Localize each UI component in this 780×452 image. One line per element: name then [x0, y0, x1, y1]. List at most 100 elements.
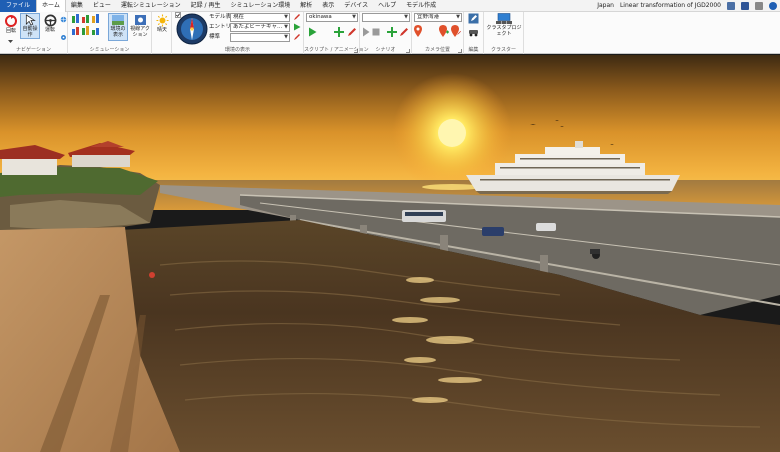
- chevron-down-icon: ▼: [404, 14, 408, 20]
- group-scenario: ▼ シナリオ: [360, 12, 412, 54]
- group-simulation: 環境の表示 視線アクション シミュレーション: [68, 12, 152, 54]
- chevron-down-icon: ▼: [352, 14, 356, 20]
- stop-icon[interactable]: [372, 28, 380, 36]
- display-env-label: 環境の表示: [110, 26, 126, 38]
- model-display-select[interactable]: 現在 ▼: [230, 13, 290, 22]
- menu-view[interactable]: ビュー: [88, 0, 116, 12]
- scene-render: [0, 55, 780, 452]
- group-label-environment: 環境の表示: [224, 47, 250, 53]
- environment-icon: [112, 15, 124, 25]
- menu-edit[interactable]: 編集: [66, 0, 88, 12]
- add-icon[interactable]: [387, 27, 397, 37]
- sun-icon: [155, 14, 169, 27]
- auto-operation-button[interactable]: 自動操作: [20, 13, 40, 39]
- script-select[interactable]: okinawa ▼: [306, 13, 358, 22]
- group-edit: 編集: [464, 12, 484, 54]
- region-label: Japan: [597, 2, 614, 9]
- play-icon[interactable]: [293, 23, 301, 31]
- menu-sim-env[interactable]: シミュレーション環境: [225, 0, 295, 12]
- group-label-navigation: ナビゲーション: [16, 47, 51, 53]
- checkbox-icon[interactable]: [175, 12, 181, 18]
- entry-label: エントリ: [209, 24, 232, 30]
- menu-drive-sim[interactable]: 運転シミュレーション: [116, 0, 186, 12]
- add-icon[interactable]: [334, 27, 344, 37]
- settings-gear-icon[interactable]: [60, 34, 67, 41]
- globe-icon[interactable]: [60, 16, 67, 23]
- ribbon: 回転 自動操作 運転 ナビゲーション 環境の表示 視線アクション シミュレーショ…: [0, 12, 780, 54]
- vehicle-bars-icon[interactable]: [72, 26, 100, 35]
- pencil-icon[interactable]: [347, 27, 357, 37]
- auto-operation-label: 自動操作: [22, 26, 38, 38]
- menu-help[interactable]: ヘルプ: [373, 0, 401, 12]
- traffic-bars-icon[interactable]: [72, 14, 100, 23]
- cursor-icon: [25, 14, 36, 26]
- script-value: okinawa: [309, 14, 332, 20]
- edit-location-icon[interactable]: [451, 25, 461, 37]
- vehicle-icon[interactable]: [468, 27, 479, 37]
- camera-select[interactable]: 宜野湾港 ▼: [414, 13, 462, 22]
- group-script: okinawa ▼ スクリプト / アニメーション: [304, 12, 369, 54]
- steering-wheel-icon: [44, 14, 56, 27]
- group-label-camera: カメラ位置: [424, 47, 450, 53]
- menu-right-area: Japan Linear transformation of JGD2000: [597, 0, 780, 12]
- entry-value: あたよビーチキャ...: [233, 24, 283, 30]
- rotate-icon: [5, 15, 17, 27]
- standard-select[interactable]: ▼: [230, 33, 290, 42]
- chevron-down-icon: ▼: [284, 34, 288, 40]
- minimize-icon[interactable]: [755, 1, 763, 10]
- cluster-project-label: クラスタプロジェクト: [486, 25, 522, 37]
- camera-value: 宜野湾港: [417, 14, 440, 20]
- group-label-edit: 編集: [468, 47, 479, 53]
- drive-button[interactable]: 運転: [42, 14, 58, 33]
- help-icon[interactable]: [769, 1, 777, 10]
- menu-analysis[interactable]: 解析: [295, 0, 317, 12]
- menu-device[interactable]: デバイス: [339, 0, 373, 12]
- group-camera: 宜野湾港 ▼ カメラ位置: [412, 12, 464, 54]
- display-env-button[interactable]: 環境の表示: [108, 13, 128, 41]
- group-label-scenario: シナリオ: [375, 47, 396, 53]
- menu-record[interactable]: 記録 / 再生: [186, 0, 226, 12]
- standard-label: 標準: [209, 34, 221, 40]
- entry-select[interactable]: あたよビーチキャ... ▼: [230, 23, 290, 32]
- play-icon[interactable]: [308, 27, 317, 37]
- drive-label: 運転: [44, 27, 55, 33]
- add-location-icon[interactable]: [439, 25, 449, 37]
- coordinate-system-label: Linear transformation of JGD2000: [619, 2, 721, 9]
- group-navigation: 回転 自動操作 運転 ナビゲーション: [0, 12, 68, 54]
- group-weather: 晴天: [152, 12, 172, 54]
- view-action-button[interactable]: 視線アクション: [130, 14, 150, 38]
- model-display-value: 現在: [233, 14, 245, 20]
- rotate-label: 回転: [5, 28, 16, 34]
- edit-object-icon[interactable]: [468, 13, 479, 24]
- group-label-cluster: クラスター: [491, 47, 516, 53]
- group-cluster: クラスタプロジェクト クラスター: [484, 12, 524, 54]
- cluster-project-button[interactable]: クラスタプロジェクト: [486, 13, 522, 37]
- chevron-down-icon: ▼: [456, 14, 460, 20]
- dropdown-arrow-icon[interactable]: [8, 40, 13, 44]
- location-pin-icon[interactable]: [414, 25, 422, 37]
- weather-button[interactable]: 晴天: [153, 14, 171, 33]
- menu-file[interactable]: ファイル: [0, 0, 37, 12]
- weather-label: 晴天: [156, 27, 167, 33]
- simulation-viewport[interactable]: [0, 55, 780, 452]
- scenario-select[interactable]: ▼: [362, 13, 410, 22]
- menu-bar: ファイル ホーム 編集 ビュー 運転シミュレーション 記録 / 再生 シミュレー…: [0, 0, 780, 12]
- menu-display[interactable]: 表示: [317, 0, 339, 12]
- pencil-icon[interactable]: [399, 27, 409, 37]
- cluster-network-icon: [496, 13, 512, 24]
- group-environment: モデル表示 現在 ▼ エントリ あたよビーチキャ... ▼ 標準 ▼ 環境の表示: [172, 12, 304, 54]
- pencil-icon[interactable]: [293, 13, 301, 21]
- pencil-icon[interactable]: [293, 33, 301, 41]
- save-icon[interactable]: [741, 1, 749, 10]
- play-icon[interactable]: [362, 27, 370, 37]
- rotate-button[interactable]: 回転: [2, 14, 20, 34]
- window-icon[interactable]: [727, 1, 735, 10]
- group-label-script: スクリプト / アニメーション: [304, 47, 369, 53]
- view-action-icon: [134, 15, 146, 25]
- chevron-down-icon: ▼: [284, 14, 288, 20]
- group-label-simulation: シミュレーション: [89, 47, 130, 53]
- menu-home[interactable]: ホーム: [36, 0, 66, 12]
- view-action-label: 視線アクション: [130, 26, 150, 38]
- menu-model[interactable]: モデル作成: [401, 0, 441, 12]
- chevron-down-icon: ▼: [284, 24, 288, 30]
